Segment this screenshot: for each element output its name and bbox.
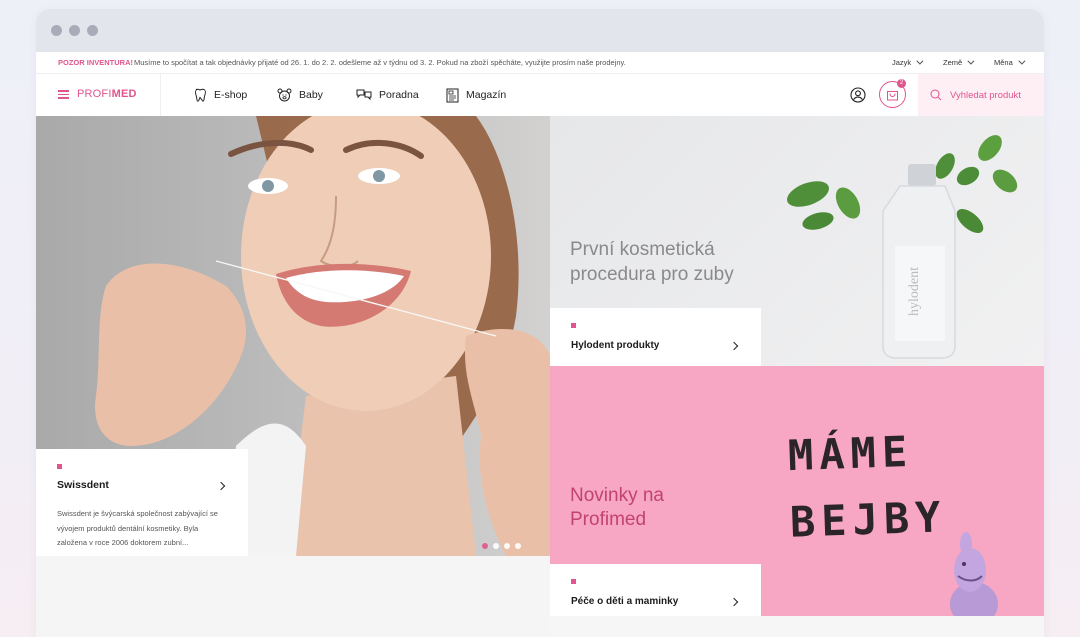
- logo-part-profi: PROFI: [77, 88, 112, 100]
- nav-item-baby[interactable]: Baby: [277, 74, 323, 116]
- browser-title-bar: [36, 9, 1044, 52]
- kids-care-card[interactable]: Péče o děti a maminky: [550, 564, 761, 616]
- nav-item-poradna[interactable]: Poradna: [356, 74, 419, 116]
- svg-text:hylodent: hylodent: [907, 267, 922, 316]
- search-placeholder: Vyhledat produkt: [950, 89, 1021, 101]
- accent-square: [57, 464, 62, 469]
- carousel-dot[interactable]: [504, 543, 510, 549]
- window-control-dot[interactable]: [51, 25, 62, 36]
- hylodent-card-title: Hylodent produkty: [571, 340, 660, 351]
- shopping-bag-icon: [887, 91, 898, 101]
- handwritten-line1: MÁME: [787, 426, 914, 481]
- tile-headline-line2: procedura pro zuby: [570, 264, 734, 285]
- accent-square: [571, 323, 576, 328]
- promo-tile-hylodent[interactable]: hylodent První kosmetická procedura pro …: [550, 116, 1044, 366]
- currency-select-label: Měna: [994, 58, 1013, 67]
- currency-select[interactable]: Měna: [994, 52, 1026, 74]
- nav-item-label: Magazín: [466, 89, 507, 101]
- nav-item-label: E-shop: [214, 89, 248, 101]
- bear-icon: [277, 88, 292, 102]
- nav-divider: [160, 74, 161, 116]
- chevron-down-icon: [967, 57, 975, 65]
- nav-item-eshop[interactable]: E-shop: [193, 74, 247, 116]
- logo-part-med: MED: [111, 88, 137, 100]
- carousel-dots: [482, 543, 521, 549]
- kids-care-card-title: Péče o děti a maminky: [571, 596, 679, 607]
- handwritten-line2: BEJBY: [789, 492, 948, 547]
- announcement-bar: POZOR INVENTURA! Musíme to spočítat a ta…: [36, 52, 1044, 74]
- announcement-message: Musíme to spočítat a tak objednávky přij…: [134, 58, 626, 67]
- window-control-dot[interactable]: [87, 25, 98, 36]
- chat-icon: [356, 89, 372, 101]
- hero-card[interactable]: Swissdent Swissdent je švýcarská společn…: [36, 449, 248, 556]
- country-select[interactable]: Země: [943, 52, 975, 74]
- tile-headline-line1: První kosmetická: [570, 239, 715, 260]
- window-control-dot[interactable]: [69, 25, 80, 36]
- browser-window: POZOR INVENTURA! Musíme to spočítat a ta…: [36, 9, 1044, 637]
- chevron-right-icon: [216, 481, 226, 491]
- hero-card-description: Swissdent je švýcarská společnost zabýva…: [57, 509, 218, 547]
- hylodent-card[interactable]: Hylodent produkty: [550, 308, 761, 366]
- tooth-icon: [195, 88, 206, 102]
- nav-item-label: Poradna: [379, 89, 419, 101]
- carousel-dot[interactable]: [493, 543, 499, 549]
- main-nav: PROFIMED E-shop Baby Poradna Magazín 2 V…: [36, 74, 1044, 116]
- menu-icon[interactable]: [58, 90, 69, 99]
- user-icon[interactable]: [850, 87, 866, 103]
- nav-item-label: Baby: [299, 89, 323, 101]
- chevron-right-icon: [729, 341, 739, 351]
- language-select[interactable]: Jazyk: [892, 52, 924, 74]
- chevron-down-icon: [916, 57, 924, 65]
- tile-headline-line2: Profimed: [570, 509, 647, 530]
- promo-tile-novinky[interactable]: Novinky na Profimed MÁME BEJBY Péče o dě…: [550, 366, 1044, 616]
- search-input[interactable]: Vyhledat produkt: [918, 74, 1044, 116]
- hero-card-title: Swissdent: [57, 479, 109, 491]
- carousel-dot[interactable]: [482, 543, 488, 549]
- chevron-right-icon: [729, 597, 739, 607]
- hero-banner[interactable]: Swissdent Swissdent je švýcarská společn…: [36, 116, 550, 556]
- language-select-label: Jazyk: [892, 58, 912, 67]
- cart-count-badge: 2: [897, 79, 906, 88]
- accent-square: [571, 579, 576, 584]
- nav-item-magazin[interactable]: Magazín: [446, 74, 506, 116]
- toy-figure-image: [950, 532, 998, 616]
- search-icon: [930, 89, 942, 101]
- country-select-label: Země: [943, 58, 963, 67]
- page-background: [36, 556, 550, 637]
- announcement-label: POZOR INVENTURA!: [58, 58, 133, 67]
- carousel-dot[interactable]: [515, 543, 521, 549]
- magazine-icon: [446, 88, 459, 102]
- logo[interactable]: PROFIMED: [77, 88, 137, 100]
- tile-headline-line1: Novinky na: [570, 485, 664, 506]
- chevron-down-icon: [1018, 57, 1026, 65]
